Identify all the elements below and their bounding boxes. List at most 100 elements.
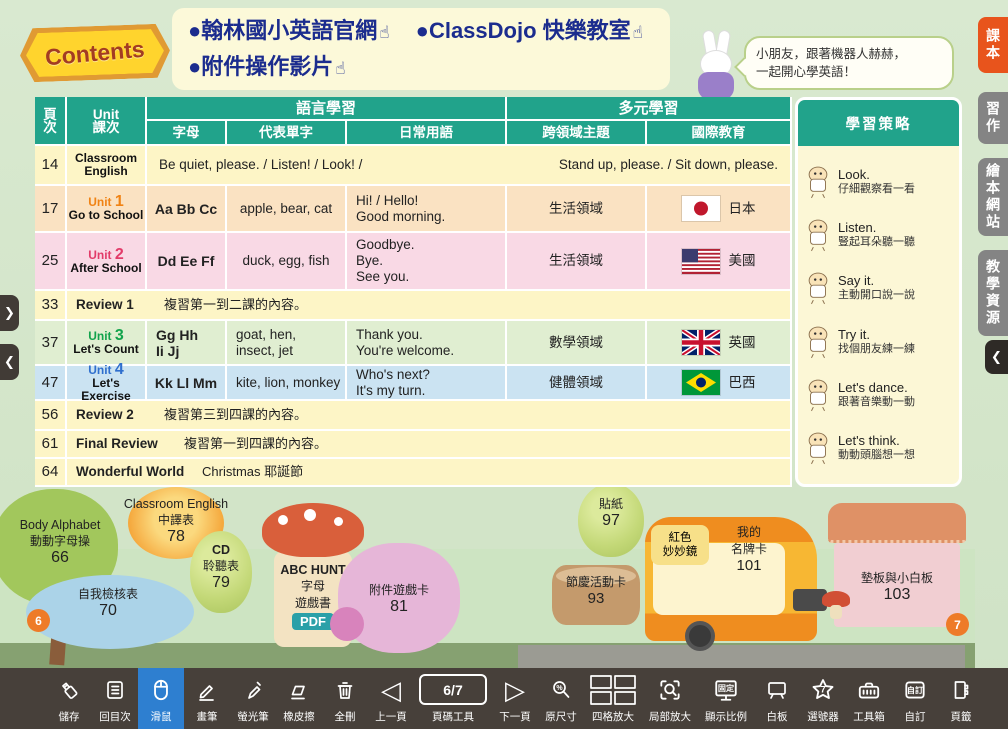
strategy-item: Say it.主動開口說一說 <box>804 271 953 305</box>
previous-page-button[interactable]: ◁ 上一頁 <box>368 668 414 729</box>
letters-cell: Dd Ee Ff <box>147 233 227 289</box>
phrases-cell: Who's next? It's my turn. <box>347 366 507 399</box>
whiteboard-button[interactable]: 白板 <box>754 668 800 729</box>
unit-cell: Unit 4 Let's Exercise <box>67 366 147 399</box>
table-row: 64 Wonderful WorldChristmas 耶誕節 <box>35 459 792 487</box>
pointer-hand-icon: ☝ <box>379 23 389 42</box>
strategy-item: Try it.找個朋友練一練 <box>804 325 953 359</box>
custom-button[interactable]: 自訂 自訂 <box>892 668 938 729</box>
label-board: 墊板與小白板 103 <box>838 569 956 604</box>
small-mushroom-stem <box>830 605 842 619</box>
link-hanlin-site[interactable]: ●翰林國小英語官網☝ <box>188 14 390 50</box>
toolbox-button[interactable]: 工具箱 <box>846 668 892 729</box>
sidebar-tab-picturebook-site[interactable]: 繪本網站 <box>978 158 1008 236</box>
words-cell: goat, hen, insect, jet <box>227 321 347 364</box>
robot-icon <box>804 218 832 252</box>
label-body-alphabet: Body Alphabet 動動字母操 66 <box>0 518 120 567</box>
previous-triangle-icon: ◁ <box>381 673 401 706</box>
sidebar-tab-workbook[interactable]: 習作 <box>978 92 1008 144</box>
page-number: 61 <box>35 431 67 457</box>
partial-zoom-button[interactable]: 局部放大 <box>642 668 698 729</box>
left-panel-expand-button[interactable]: ❯ <box>0 295 19 331</box>
back-to-contents-button[interactable]: 回目次 <box>92 668 138 729</box>
words-cell: apple, bear, cat <box>227 186 347 231</box>
table-header: 頁 次 Unit 課次 語言學習 多元學習 字母 代表單字 日常用語 跨領域主題… <box>35 97 792 146</box>
table-row: 37 Unit 3 Let's Count Gg Hh Ii Jj goat, … <box>35 321 792 366</box>
learning-strategy-panel: 學習策略 Look.仔細觀察看一看 Listen.豎起耳朵聽一聽 Say it.… <box>795 97 962 487</box>
review-cell: Wonderful WorldChristmas 耶誕節 <box>67 459 792 485</box>
phrases-cell: Goodbye. Bye. See you. <box>347 233 507 289</box>
domain-cell: 生活領域 <box>507 186 647 231</box>
highlighter-tool-button[interactable]: 螢光筆 <box>230 668 276 729</box>
country-cell: 巴西 <box>647 366 792 399</box>
bottom-illustration: Body Alphabet 動動字母操 66 Classroom English… <box>0 487 975 668</box>
contents-badge: Contents <box>19 23 171 82</box>
unit-cell: Unit 2 After School <box>67 233 147 289</box>
sidebar-collapse-button[interactable]: ❮ <box>985 340 1008 374</box>
sidebar-tab-teaching-resources[interactable]: 教學資源 <box>978 250 1008 336</box>
left-panel-collapse-button[interactable]: ❮ <box>0 344 19 380</box>
robot-icon <box>804 165 832 199</box>
wheel <box>685 621 715 651</box>
page-tabs-button[interactable]: 頁籤 <box>938 668 984 729</box>
label-red-mirror: 紅色妙妙鏡 <box>651 525 709 565</box>
robot-icon <box>804 325 832 359</box>
sidebar-tab-textbook[interactable]: 課本 <box>978 17 1008 73</box>
svg-text:7: 7 <box>820 684 825 694</box>
svg-text:自訂: 自訂 <box>907 685 923 695</box>
group-language-learning: 語言學習 <box>147 97 507 121</box>
letters-cell: Aa Bb Cc <box>147 186 227 231</box>
pdf-button[interactable]: PDF <box>292 613 334 630</box>
label-self-check: 自我檢核表 70 <box>48 585 168 620</box>
contents-table: 頁 次 Unit 課次 語言學習 多元學習 字母 代表單字 日常用語 跨領域主題… <box>35 97 792 487</box>
table-row: 61 Final Review複習第一到四課的內容。 <box>35 431 792 459</box>
domain-cell: 數學領域 <box>507 321 647 364</box>
domain-cell: 健體領域 <box>507 366 647 399</box>
usa-flag-icon <box>682 249 720 274</box>
pointer-hand-icon: ☝ <box>335 59 345 78</box>
page-badge-right: 7 <box>946 613 969 636</box>
page-number: 37 <box>35 321 67 364</box>
delete-all-button[interactable]: 全刪 <box>322 668 368 729</box>
group-multi-learning: 多元學習 <box>507 97 792 121</box>
strategy-header: 學習策略 <box>798 100 959 146</box>
eraser-tool-button[interactable]: 橡皮擦 <box>276 668 322 729</box>
col-domain-header: 跨領域主題 <box>507 121 647 146</box>
review-cell: Review 2複習第三到四課的內容。 <box>67 401 792 429</box>
unit-cell: Unit 1 Go to School <box>67 186 147 231</box>
table-row: 33 Review 1複習第一到二課的內容。 <box>35 291 792 321</box>
label-game-cards: 附件遊戲卡 81 <box>344 581 454 616</box>
table-row: 17 Unit 1 Go to School Aa Bb Cc apple, b… <box>35 186 792 233</box>
page-number: 56 <box>35 401 67 429</box>
robot-icon <box>804 431 832 465</box>
label-name-card: 我的 名牌卡 101 <box>719 523 779 574</box>
link-classdojo[interactable]: ●ClassDojo 快樂教室☝ <box>416 14 643 50</box>
label-sticker: 貼紙 97 <box>576 495 646 530</box>
mouse-tool-button[interactable]: 滑鼠 <box>138 668 184 729</box>
pink-house-roof <box>828 503 966 543</box>
link-attachment-videos[interactable]: ●附件操作影片☝ <box>188 50 346 86</box>
bottom-toolbar: 儲存 回目次 滑鼠 畫筆 螢光筆 橡皮擦 全刪 ◁ 上一頁 6/7 頁碼工具 ▷… <box>0 668 1008 729</box>
chevron-left-icon: ❮ <box>4 354 15 370</box>
col-unit-header: Unit 課次 <box>67 97 147 146</box>
original-size-button[interactable]: % 原尺寸 <box>538 668 584 729</box>
number-picker-button[interactable]: 7 選號器 <box>800 668 846 729</box>
col-intl-header: 國際教育 <box>647 121 792 146</box>
save-button[interactable]: 儲存 <box>46 668 92 729</box>
pen-tool-button[interactable]: 畫筆 <box>184 668 230 729</box>
display-ratio-button[interactable]: 固定 顯示比例 <box>698 668 754 729</box>
page-indicator: 6/7 <box>419 674 487 705</box>
col-letters-header: 字母 <box>147 121 227 146</box>
four-pane-zoom-button[interactable]: 四格放大 <box>584 668 642 729</box>
table-row: 47 Unit 4 Let's Exercise Kk Ll Mm kite, … <box>35 366 792 401</box>
chevron-left-icon: ❮ <box>991 349 1002 365</box>
robot-icon <box>804 378 832 412</box>
strategy-item: Let's think.動動頭腦想一想 <box>804 431 953 465</box>
letters-cell: Gg Hh Ii Jj <box>147 321 227 364</box>
strategy-item: Look.仔細觀察看一看 <box>804 165 953 199</box>
table-row: 25 Unit 2 After School Dd Ee Ff duck, eg… <box>35 233 792 291</box>
camper-van: 紅色妙妙鏡 我的 名牌卡 101 <box>645 517 817 641</box>
next-page-button[interactable]: ▷ 下一頁 <box>492 668 538 729</box>
svg-text:%: % <box>556 685 563 692</box>
page-number-tool[interactable]: 6/7 頁碼工具 <box>414 668 492 729</box>
